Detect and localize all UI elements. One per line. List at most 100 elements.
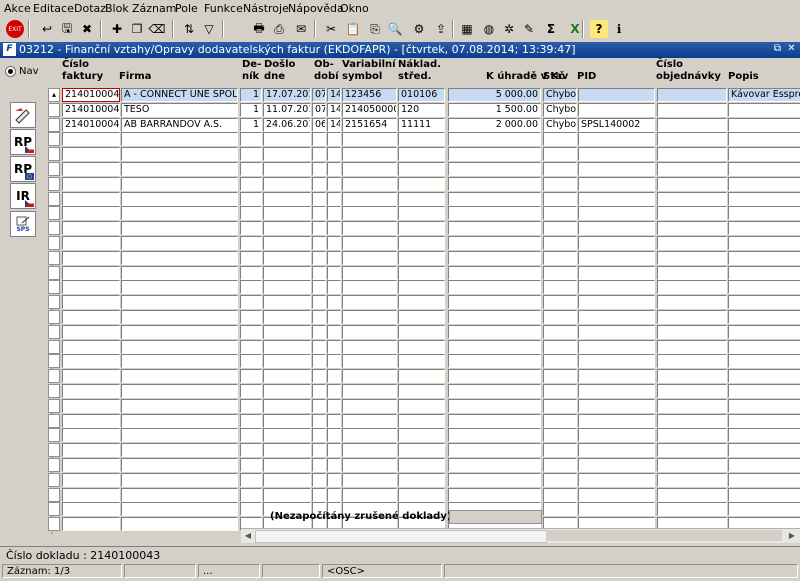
cell-mesic[interactable] xyxy=(312,398,326,413)
cell-objednavka[interactable] xyxy=(657,398,727,413)
cell-popis[interactable] xyxy=(728,147,800,162)
cell-doslo[interactable] xyxy=(263,354,311,369)
row-selector[interactable] xyxy=(48,102,60,117)
cell-objednavka[interactable] xyxy=(657,487,727,502)
cell-pid[interactable] xyxy=(578,221,655,236)
cell-stav[interactable] xyxy=(543,132,577,147)
cell-den[interactable] xyxy=(240,295,262,310)
cell-k_uhrade[interactable] xyxy=(448,147,541,162)
cell-den[interactable]: 1 xyxy=(240,117,262,132)
cell-objednavka[interactable] xyxy=(657,339,727,354)
nav-radio[interactable]: Nav xyxy=(5,66,39,77)
cell-rok[interactable] xyxy=(327,295,341,310)
cell-firma[interactable] xyxy=(121,458,238,472)
cell-rok[interactable] xyxy=(327,369,341,384)
cell-firma[interactable] xyxy=(121,324,238,339)
cell-stav[interactable] xyxy=(543,162,577,176)
cell-stav[interactable] xyxy=(543,221,577,236)
cell-den[interactable] xyxy=(240,206,262,221)
cell-popis[interactable] xyxy=(728,176,800,191)
row-selector[interactable] xyxy=(48,310,60,324)
cell-rok[interactable] xyxy=(327,398,341,413)
cell-varsym[interactable] xyxy=(342,354,397,369)
cell-doslo[interactable] xyxy=(263,295,311,310)
table-row[interactable]: 2140100041AB BARRANDOV A.S.124.06.201406… xyxy=(46,117,800,132)
cell-rok[interactable] xyxy=(327,236,341,250)
cell-doslo[interactable] xyxy=(263,250,311,265)
cell-popis[interactable] xyxy=(728,295,800,310)
cell-firma[interactable] xyxy=(121,502,238,517)
copy-icon[interactable]: ❐ xyxy=(128,20,146,38)
cell-pid[interactable] xyxy=(578,206,655,221)
cell-den[interactable] xyxy=(240,162,262,176)
table-row[interactable] xyxy=(46,458,800,472)
cell-objednavka[interactable] xyxy=(657,147,727,162)
cell-objednavka[interactable] xyxy=(657,295,727,310)
cell-mesic[interactable]: 07 xyxy=(312,88,326,102)
cell-den[interactable] xyxy=(240,369,262,384)
cell-popis[interactable] xyxy=(728,162,800,176)
cell-naklad[interactable] xyxy=(398,487,445,502)
cell-stav[interactable] xyxy=(543,147,577,162)
cell-doslo[interactable] xyxy=(263,384,311,398)
cell-popis[interactable] xyxy=(728,339,800,354)
cell-cislo_faktury[interactable] xyxy=(62,221,120,236)
cell-doslo[interactable] xyxy=(263,339,311,354)
cell-naklad[interactable] xyxy=(398,384,445,398)
cell-stav[interactable] xyxy=(543,265,577,280)
cell-popis[interactable] xyxy=(728,310,800,324)
cell-cislo_faktury[interactable] xyxy=(62,236,120,250)
cell-rok[interactable] xyxy=(327,310,341,324)
save-icon[interactable]: ↩ xyxy=(38,20,56,38)
cell-varsym[interactable]: 2140500001 xyxy=(342,102,397,117)
cell-firma[interactable] xyxy=(121,176,238,191)
cell-firma[interactable] xyxy=(121,191,238,206)
cell-doslo[interactable] xyxy=(263,191,311,206)
cell-k_uhrade[interactable]: 2 000.00 xyxy=(448,117,541,132)
row-selector[interactable] xyxy=(48,413,60,428)
cell-cislo_faktury[interactable] xyxy=(62,354,120,369)
cell-stav[interactable] xyxy=(543,398,577,413)
cell-naklad[interactable] xyxy=(398,472,445,487)
cell-stav[interactable]: Chybový xyxy=(543,102,577,117)
scroll-track[interactable] xyxy=(546,530,782,541)
cell-varsym[interactable] xyxy=(342,176,397,191)
cell-objednavka[interactable] xyxy=(657,206,727,221)
cell-stav[interactable] xyxy=(543,324,577,339)
cell-k_uhrade[interactable] xyxy=(448,472,541,487)
table-row[interactable] xyxy=(46,324,800,339)
menu-6[interactable]: Funkce xyxy=(204,2,243,15)
cell-den[interactable] xyxy=(240,324,262,339)
row-selector[interactable] xyxy=(48,458,60,472)
row-selector[interactable] xyxy=(48,517,60,532)
cell-firma[interactable] xyxy=(121,236,238,250)
cell-popis[interactable] xyxy=(728,191,800,206)
menu-1[interactable]: Editace xyxy=(33,2,74,15)
cell-doslo[interactable] xyxy=(263,428,311,443)
cell-stav[interactable] xyxy=(543,487,577,502)
cell-mesic[interactable] xyxy=(312,162,326,176)
cell-pid[interactable] xyxy=(578,162,655,176)
cell-popis[interactable] xyxy=(728,117,800,132)
cell-varsym[interactable] xyxy=(342,384,397,398)
cell-stav[interactable] xyxy=(543,176,577,191)
cell-stav[interactable] xyxy=(543,384,577,398)
menu-0[interactable]: Akce xyxy=(4,2,31,15)
globe-icon[interactable]: ◍ xyxy=(480,20,498,38)
cell-rok[interactable] xyxy=(327,428,341,443)
cell-k_uhrade[interactable] xyxy=(448,280,541,295)
cell-doslo[interactable] xyxy=(263,443,311,458)
calculator-icon[interactable]: ▦ xyxy=(458,20,476,38)
cell-den[interactable] xyxy=(240,310,262,324)
table-row[interactable] xyxy=(46,413,800,428)
cell-rok[interactable] xyxy=(327,443,341,458)
cell-stav[interactable] xyxy=(543,191,577,206)
cell-pid[interactable] xyxy=(578,176,655,191)
cell-den[interactable] xyxy=(240,147,262,162)
cell-firma[interactable] xyxy=(121,517,238,532)
cell-stav[interactable] xyxy=(543,369,577,384)
cell-objednavka[interactable] xyxy=(657,280,727,295)
preview-icon[interactable]: ⎙ xyxy=(270,20,288,38)
table-row[interactable] xyxy=(46,384,800,398)
cell-rok[interactable] xyxy=(327,206,341,221)
